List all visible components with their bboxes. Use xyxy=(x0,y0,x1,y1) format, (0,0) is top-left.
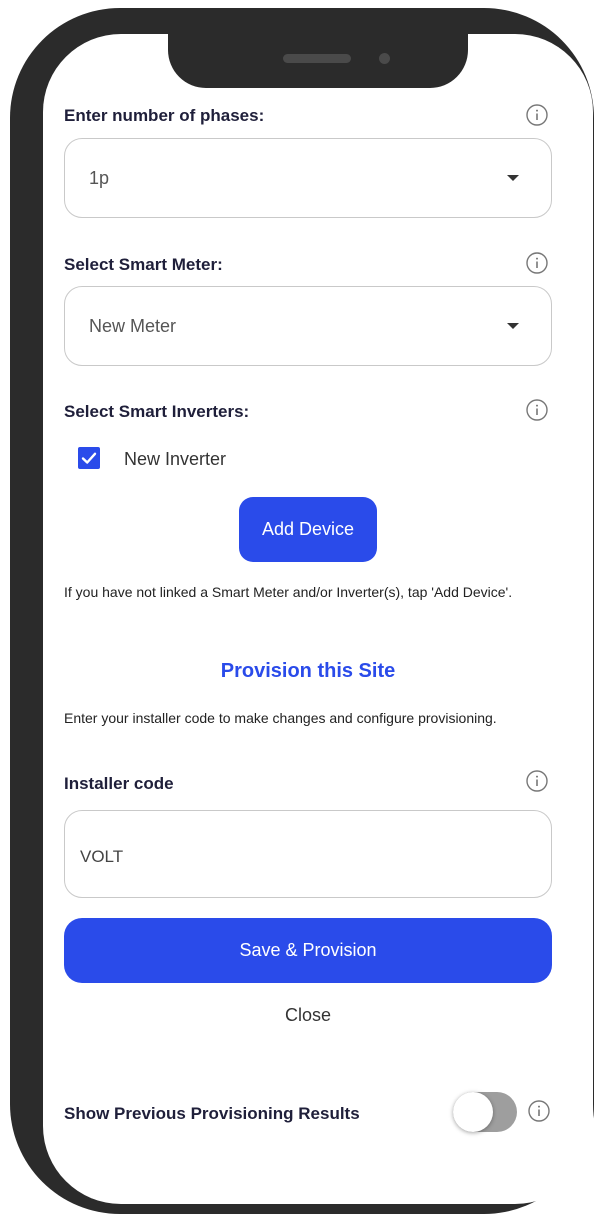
installer-code-label: Installer code xyxy=(64,774,174,793)
installer-code-value: VOLT xyxy=(80,847,124,866)
phases-label: Enter number of phases: xyxy=(64,106,265,125)
info-icon[interactable] xyxy=(525,103,549,127)
provision-title: Provision this Site xyxy=(220,660,396,682)
toggle-knob xyxy=(453,1092,493,1132)
info-icon[interactable] xyxy=(525,769,549,793)
close-button[interactable]: Close xyxy=(0,1005,596,1026)
previous-results-toggle[interactable] xyxy=(453,1092,517,1132)
smart-meter-select[interactable]: New Meter xyxy=(64,286,552,366)
checkmark-icon xyxy=(81,452,97,464)
add-device-hint: If you have not linked a Smart Meter and… xyxy=(64,584,513,600)
smart-inverters-label: Select Smart Inverters: xyxy=(64,402,250,421)
info-icon[interactable] xyxy=(525,398,549,422)
smart-meter-select-value: New Meter xyxy=(89,316,177,336)
installer-code-input[interactable]: VOLT xyxy=(64,810,552,898)
info-icon[interactable] xyxy=(527,1099,551,1123)
front-camera xyxy=(379,53,390,64)
caret-down-icon xyxy=(507,323,519,329)
caret-down-icon xyxy=(507,175,519,181)
smart-meter-label: Select Smart Meter: xyxy=(64,255,223,274)
phases-select-value: 1p xyxy=(89,168,110,188)
provision-description: Enter your installer code to make change… xyxy=(64,710,497,726)
inverter-checkbox[interactable] xyxy=(78,447,100,469)
previous-results-label: Show Previous Provisioning Results xyxy=(64,1104,360,1123)
info-icon[interactable] xyxy=(525,251,549,275)
phases-select[interactable]: 1p xyxy=(64,138,552,218)
inverter-option-label[interactable]: New Inverter xyxy=(124,449,226,470)
add-device-button[interactable]: Add Device xyxy=(239,497,377,562)
phone-notch xyxy=(168,16,468,88)
speaker-grille xyxy=(283,54,351,63)
save-provision-button[interactable]: Save & Provision xyxy=(64,918,552,983)
